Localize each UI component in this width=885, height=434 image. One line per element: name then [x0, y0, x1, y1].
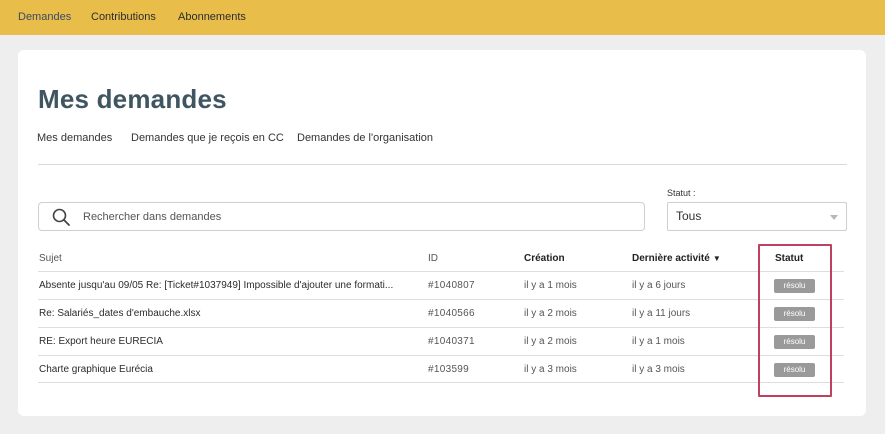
topnav-demandes[interactable]: Demandes [18, 11, 71, 23]
row-subject[interactable]: Absente jusqu'au 09/05 Re: [Ticket#10379… [39, 280, 419, 291]
row-id: #1040371 [428, 336, 475, 347]
column-header-last-activity-label: Dernière activité [632, 253, 710, 264]
column-header-created[interactable]: Création [524, 253, 565, 264]
page-title: Mes demandes [38, 84, 227, 114]
row-created: il y a 3 mois [524, 364, 577, 375]
row-subject[interactable]: Charte graphique Eurécia [39, 364, 419, 375]
row-created: il y a 2 mois [524, 308, 577, 319]
column-header-id: ID [428, 253, 438, 264]
search-box[interactable] [38, 202, 645, 231]
status-column-highlight [758, 244, 832, 397]
status-filter-select[interactable]: Tous [667, 202, 847, 231]
sort-desc-icon: ▼ [712, 254, 721, 263]
table-row[interactable]: Charte graphique Eurécia #103599 il y a … [38, 355, 844, 383]
table-row[interactable]: Absente jusqu'au 09/05 Re: [Ticket#10379… [38, 271, 844, 299]
row-subject[interactable]: Re: Salariés_dates d'embauche.xlsx [39, 308, 419, 319]
status-filter-label: Statut : [667, 188, 696, 198]
row-last-activity: il y a 3 mois [632, 364, 685, 375]
topnav-abonnements[interactable]: Abonnements [178, 11, 246, 23]
row-id: #103599 [428, 364, 470, 375]
row-id: #1040807 [428, 280, 475, 291]
subnav-demandes-organisation[interactable]: Demandes de l'organisation [297, 132, 433, 144]
row-created: il y a 1 mois [524, 280, 577, 291]
subnav-mes-demandes[interactable]: Mes demandes [37, 132, 112, 144]
row-last-activity: il y a 11 jours [632, 308, 691, 319]
subnav-demandes-cc[interactable]: Demandes que je reçois en CC [131, 132, 284, 144]
row-id: #1040566 [428, 308, 475, 319]
status-filter-value: Tous [676, 209, 702, 223]
chevron-down-icon [830, 215, 838, 220]
top-navigation-bar: Demandes Contributions Abonnements [0, 0, 885, 35]
topnav-contributions[interactable]: Contributions [91, 11, 156, 23]
table-row[interactable]: RE: Export heure EURECIA #1040371 il y a… [38, 327, 844, 355]
table-row[interactable]: Re: Salariés_dates d'embauche.xlsx #1040… [38, 299, 844, 327]
search-icon [52, 208, 70, 226]
row-created: il y a 2 mois [524, 336, 577, 347]
search-input[interactable] [83, 207, 633, 227]
row-last-activity: il y a 6 jours [632, 280, 686, 291]
header-divider [38, 164, 847, 165]
column-header-last-activity[interactable]: Dernière activité ▼ [632, 253, 721, 264]
row-last-activity: il y a 1 mois [632, 336, 685, 347]
column-header-subject: Sujet [39, 253, 62, 264]
row-subject[interactable]: RE: Export heure EURECIA [39, 336, 419, 347]
